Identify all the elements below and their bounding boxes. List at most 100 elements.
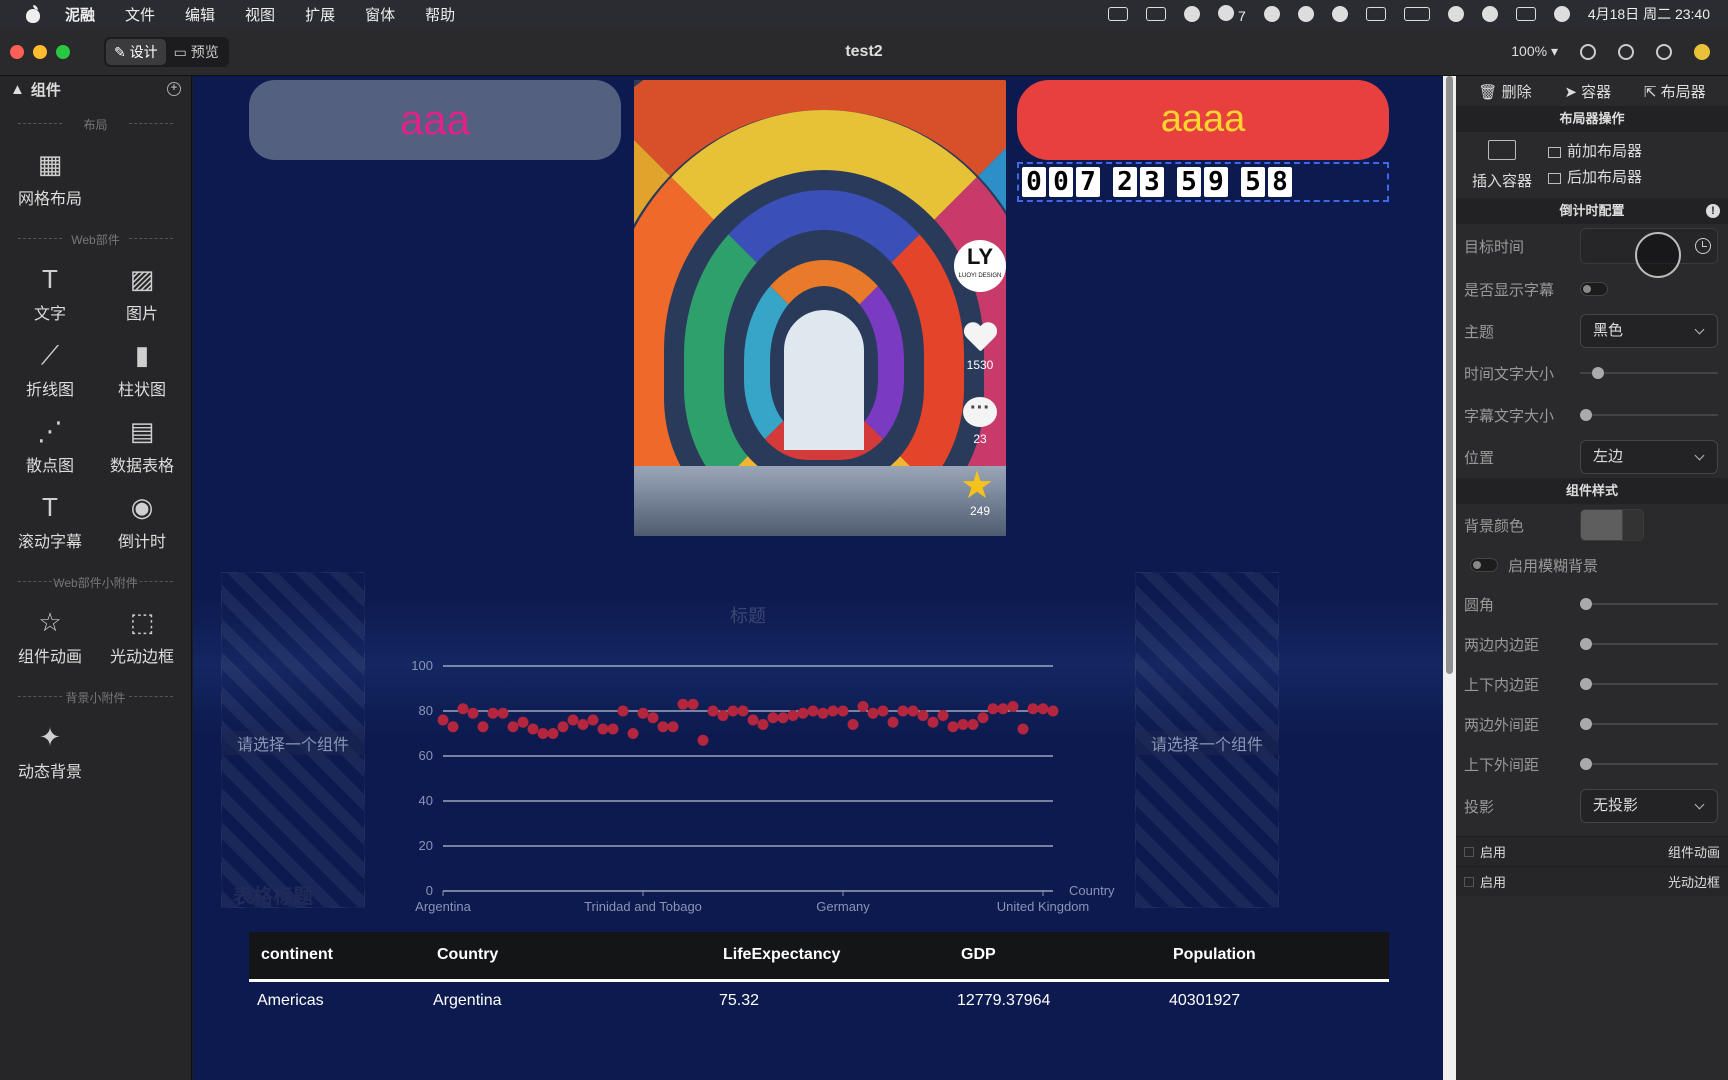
padding-v-slider[interactable] [1580,678,1718,690]
table-header[interactable]: continent [249,932,425,982]
compass-icon[interactable] [1618,43,1634,60]
table-header[interactable]: LifeExpectancy [711,932,949,982]
clock-icon[interactable] [1695,238,1711,254]
enable-border-checkbox[interactable] [1464,876,1474,887]
play-icon[interactable] [1331,6,1348,22]
countdown-widget[interactable]: 007 23 59 58 [1017,162,1389,202]
line-chart-icon: ⟋ [40,340,60,370]
margin-v-slider[interactable] [1580,758,1718,770]
margin-h-slider[interactable] [1580,718,1718,730]
component-dynamic-background[interactable]: ✦ 动态背景 [4,714,96,790]
theme-select[interactable]: 黑色 [1580,314,1718,348]
minimize-window-button[interactable] [33,44,47,59]
canvas-scrollbar[interactable] [1443,76,1456,1080]
close-window-button[interactable] [10,44,24,59]
menu-file[interactable]: 文件 [110,4,170,25]
siri-icon[interactable] [1553,6,1570,22]
table-header[interactable]: Country [425,932,711,982]
zoom-window-button[interactable] [56,44,70,59]
slider-thumb[interactable] [1580,409,1592,421]
heart-icon[interactable] [963,323,997,353]
battery-icon[interactable] [1403,7,1430,21]
table-header[interactable]: Population [1161,932,1389,982]
caption-font-size-slider[interactable] [1580,409,1718,421]
component-bar-chart[interactable]: ▮ 柱状图 [96,332,188,408]
apple-icon[interactable] [24,5,42,23]
menu-app-name[interactable]: 泥融 [50,4,110,25]
screenshot-icon[interactable] [1108,7,1129,21]
enable-animation-row[interactable]: 启用 组件动画 [1456,836,1728,866]
empty-slot-right[interactable]: 请选择一个组件 [1135,572,1279,908]
search-icon[interactable] [1481,6,1498,22]
component-scatter-chart[interactable]: ⋰ 散点图 [4,408,96,484]
prepend-layouter-button[interactable]: 前加布局器 [1548,139,1642,165]
component-marquee[interactable]: T 滚动字幕 [4,484,96,560]
padding-h-slider[interactable] [1580,638,1718,650]
show-caption-toggle[interactable] [1580,282,1608,296]
record-icon[interactable] [1263,6,1280,22]
wrench-icon[interactable] [1656,43,1672,60]
add-component-icon[interactable]: + [167,82,181,96]
control-center-icon[interactable] [1515,7,1536,21]
component-text[interactable]: T 文字 [4,256,96,332]
enable-border-row[interactable]: 启用 光动边框 [1456,866,1728,896]
insert-container-button[interactable]: 插入容器 [1456,132,1548,198]
avatar-logo[interactable]: LY LUOYI DESIGN [954,240,1006,292]
delete-button[interactable]: 🗑 删除 [1478,81,1531,102]
design-mode-button[interactable]: ✎ 设计 [106,38,166,65]
enable-animation-checkbox[interactable] [1464,846,1474,857]
text-widget-aaaa[interactable]: aaaa [1017,80,1389,160]
menu-help[interactable]: 帮助 [410,4,470,25]
component-light-border[interactable]: ⬚ 光动边框 [96,599,188,675]
input-method-icon[interactable] [1365,7,1386,21]
slider-thumb[interactable] [1580,678,1592,690]
position-select[interactable]: 左边 [1580,440,1718,474]
table-row[interactable]: Americas Argentina 75.32 12779.37964 403… [249,980,1389,1020]
menu-window[interactable]: 窗体 [350,4,410,25]
component-countdown[interactable]: ◉ 倒计时 [96,484,188,560]
blur-bg-toggle[interactable] [1470,558,1498,572]
component-image[interactable]: ▨ 图片 [96,256,188,332]
target-time-picker[interactable] [1580,228,1718,278]
comment-icon[interactable]: ··· [963,397,997,427]
share-icon[interactable] [1580,43,1596,60]
menu-edit[interactable]: 编辑 [170,4,230,25]
image-widget[interactable]: LY LUOYI DESIGN 1530 ··· 23 ★ 249 [634,80,1006,536]
empty-slot-left[interactable]: 请选择一个组件 [221,572,365,908]
table-header[interactable]: GDP [949,932,1161,982]
shadow-select[interactable]: 无投影 [1580,789,1718,823]
slider-thumb[interactable] [1580,758,1592,770]
append-layouter-button[interactable]: 后加布局器 [1548,165,1642,191]
clock-text[interactable]: 4月18日 周二 23:40 [1588,4,1710,24]
component-animation[interactable]: ☆ 组件动画 [4,599,96,675]
cat-icon[interactable] [1297,6,1314,22]
scatter-chart[interactable]: 标题 0 20 40 60 80 100 Argentina Trinidad and Toba… [383,576,1143,916]
scrollbar-thumb[interactable] [1446,76,1453,674]
zoom-select[interactable]: 100% ▾ [1511,43,1558,60]
info-icon[interactable]: ! [1706,204,1720,218]
theme-icon[interactable] [1694,43,1710,60]
select-container-button[interactable]: ➤ 容器 [1564,81,1611,102]
component-data-table[interactable]: ▤ 数据表格 [96,408,188,484]
time-font-size-slider[interactable] [1580,367,1718,379]
preview-mode-button[interactable]: ▭ 预览 [166,39,227,65]
menu-view[interactable]: 视图 [230,4,290,25]
radius-slider[interactable] [1580,598,1718,610]
design-canvas[interactable]: aaa LY LUOYI DESIGN 1530 ··· 23 ★ 249 aaa… [193,76,1443,1080]
component-line-chart[interactable]: ⟋ 折线图 [4,332,96,408]
mountain-icon[interactable] [1146,7,1167,21]
slider-thumb[interactable] [1580,598,1592,610]
slider-thumb[interactable] [1580,638,1592,650]
menu-extensions[interactable]: 扩展 [290,4,350,25]
slider-thumb[interactable] [1580,718,1592,730]
airplane-icon[interactable] [1184,6,1201,22]
bg-color-picker[interactable] [1580,509,1644,541]
wechat-status[interactable]: 7 [1218,4,1246,24]
text-widget-aaa[interactable]: aaa [249,80,621,160]
star-icon[interactable]: ★ [960,467,994,505]
select-layouter-button[interactable]: ⇱ 布局器 [1644,81,1706,102]
slider-thumb[interactable] [1592,367,1604,379]
component-grid-layout[interactable]: ▦ 网格布局 [4,141,96,217]
data-table[interactable]: continent Country LifeExpectancy GDP Pop… [249,932,1389,1020]
wifi-icon[interactable] [1447,6,1464,22]
